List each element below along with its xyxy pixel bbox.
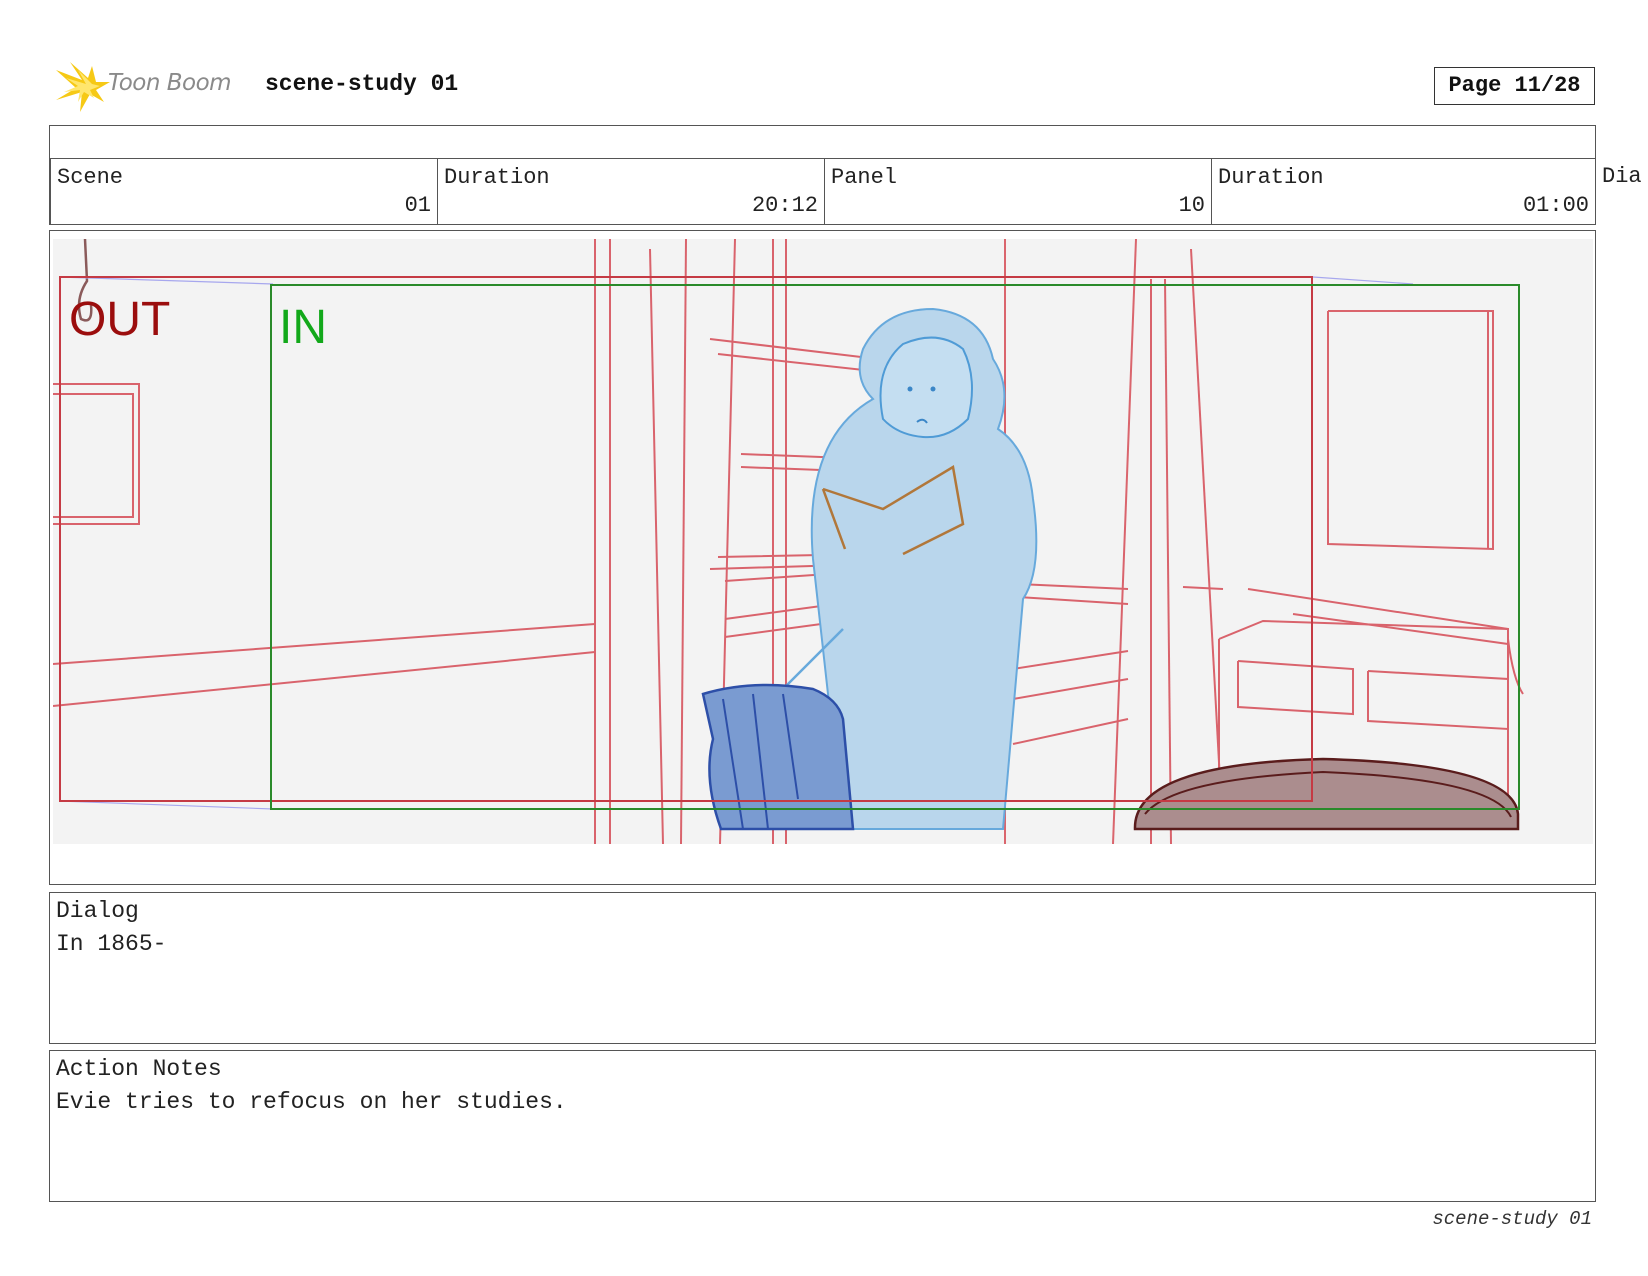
dialog-label: Dialog [56, 898, 139, 924]
scene-duration-label: Duration [444, 165, 550, 190]
info-table-top-row [50, 126, 1595, 159]
scene-duration-value: 20:12 [751, 193, 818, 218]
storyboard-sketch: OUT IN [53, 239, 1593, 844]
footer-project-name: scene-study 01 [1432, 1208, 1592, 1230]
action-notes-text: Evie tries to refocus on her studies. [56, 1089, 567, 1115]
scene-duration-cell: Duration 20:12 [437, 159, 824, 224]
panel-frame: OUT IN [49, 230, 1596, 885]
starburst-icon [56, 62, 110, 112]
scene-label: Scene [57, 165, 124, 190]
action-notes-label: Action Notes [56, 1056, 222, 1082]
info-table: Scene 01 Duration 20:12 Panel 10 Duratio… [49, 125, 1596, 225]
out-label: OUT [69, 293, 170, 346]
scene-cell: Scene 01 [50, 159, 437, 224]
panel-duration-label: Duration [1218, 165, 1324, 190]
dialog-overflow-label: Dia [1602, 164, 1642, 189]
scene-value: 01 [404, 193, 431, 218]
panel-value: 10 [1178, 193, 1205, 218]
page-indicator: Page 11/28 [1434, 67, 1595, 105]
logo-text: Toon Boom [108, 70, 232, 96]
action-notes-box: Action Notes Evie tries to refocus on he… [49, 1050, 1596, 1202]
chair-sketch [701, 683, 855, 831]
toon-boom-logo: Toon Boom [52, 58, 252, 114]
in-label: IN [279, 301, 327, 354]
panel-cell: Panel 10 [824, 159, 1211, 224]
panel-duration-cell: Duration 01:00 [1211, 159, 1595, 224]
dialog-box: Dialog In 1865- [49, 892, 1596, 1044]
panel-duration-value: 01:00 [1522, 193, 1589, 218]
project-title: scene-study 01 [265, 71, 459, 97]
dialog-text: In 1865- [56, 931, 167, 957]
panel-label: Panel [831, 165, 898, 190]
